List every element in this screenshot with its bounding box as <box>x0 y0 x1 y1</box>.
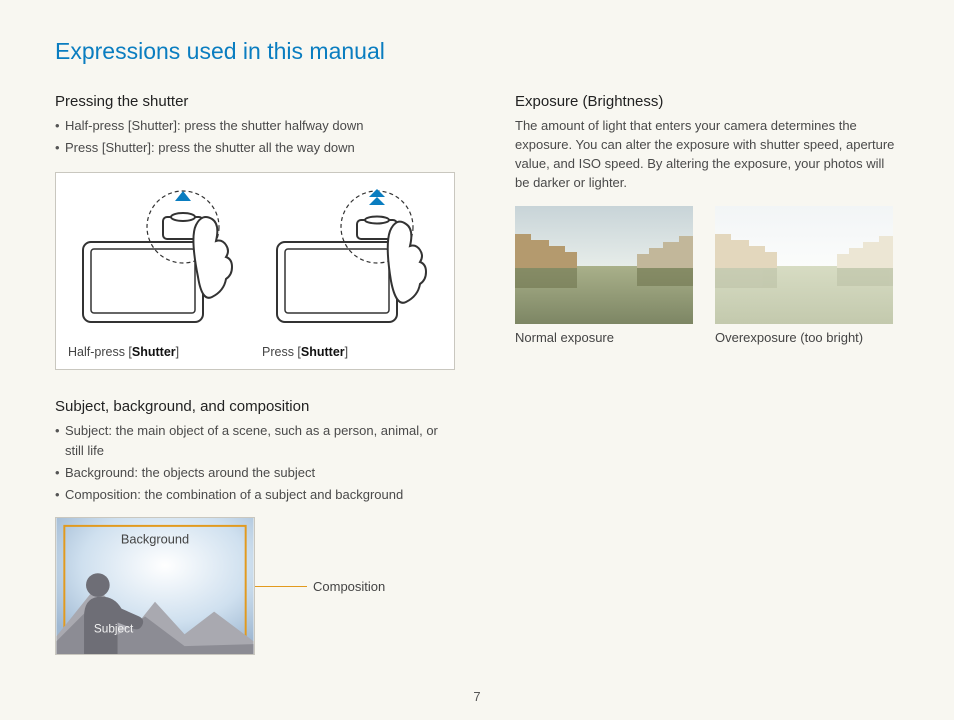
text-bold: Shutter <box>132 345 176 359</box>
composition-diagram: Background Subject <box>55 517 255 655</box>
caption-normal-exposure: Normal exposure <box>515 330 693 345</box>
list-item: Composition: the combination of a subjec… <box>55 485 455 505</box>
text: ]: press the shutter halfway down <box>173 118 363 133</box>
text: : the objects around the subject <box>134 465 315 480</box>
list-item: Background: the objects around the subje… <box>55 463 455 483</box>
text-bold: Shutter <box>105 140 147 155</box>
leader-line <box>255 586 307 587</box>
list-item: Subject: the main object of a scene, suc… <box>55 421 455 461</box>
list-item: Press [Shutter]: press the shutter all t… <box>55 138 455 158</box>
text: Press [ <box>262 345 301 359</box>
caption-overexposure: Overexposure (too bright) <box>715 330 893 345</box>
text: Half-press [ <box>68 345 132 359</box>
list-item: Half-press [Shutter]: press the shutter … <box>55 116 455 136</box>
label-composition: Composition <box>307 579 385 594</box>
text: ] <box>345 345 348 359</box>
text-exposure-body: The amount of light that enters your cam… <box>515 116 899 192</box>
figure-shutter-press: Half-press [Shutter] <box>55 172 455 370</box>
text-bold: Subject <box>65 423 108 438</box>
photo-normal-exposure: Normal exposure <box>515 206 693 345</box>
text: : the combination of a subject and backg… <box>137 487 403 502</box>
text: ] <box>176 345 179 359</box>
text-bold: Shutter <box>131 118 173 133</box>
figure-composition: Background Subject Composition <box>55 517 455 655</box>
label-subject: Subject <box>94 621 134 635</box>
list-pressing-shutter: Half-press [Shutter]: press the shutter … <box>55 116 455 158</box>
leader-composition: Composition <box>255 579 385 594</box>
page-title: Expressions used in this manual <box>55 38 899 65</box>
figure-half-press: Half-press [Shutter] <box>68 187 248 359</box>
photo-overexposure: Overexposure (too bright) <box>715 206 893 345</box>
caption-full-press: Press [Shutter] <box>262 345 442 359</box>
page-number: 7 <box>0 689 954 704</box>
list-sbc: Subject: the main object of a scene, suc… <box>55 421 455 505</box>
figure-full-press: Press [Shutter] <box>262 187 442 359</box>
text: ]: press the shutter all the way down <box>147 140 354 155</box>
text-bold: Shutter <box>301 345 345 359</box>
heading-sbc: Subject, background, and composition <box>55 398 455 415</box>
label-background: Background <box>121 532 189 547</box>
text-bold: Background <box>65 465 134 480</box>
heading-exposure: Exposure (Brightness) <box>515 93 899 110</box>
text: : the main object of a scene, such as a … <box>65 423 438 458</box>
heading-pressing-shutter: Pressing the shutter <box>55 93 455 110</box>
caption-half-press: Half-press [Shutter] <box>68 345 248 359</box>
text: Press [ <box>65 140 105 155</box>
text-bold: Composition <box>65 487 137 502</box>
text: Half-press [ <box>65 118 131 133</box>
